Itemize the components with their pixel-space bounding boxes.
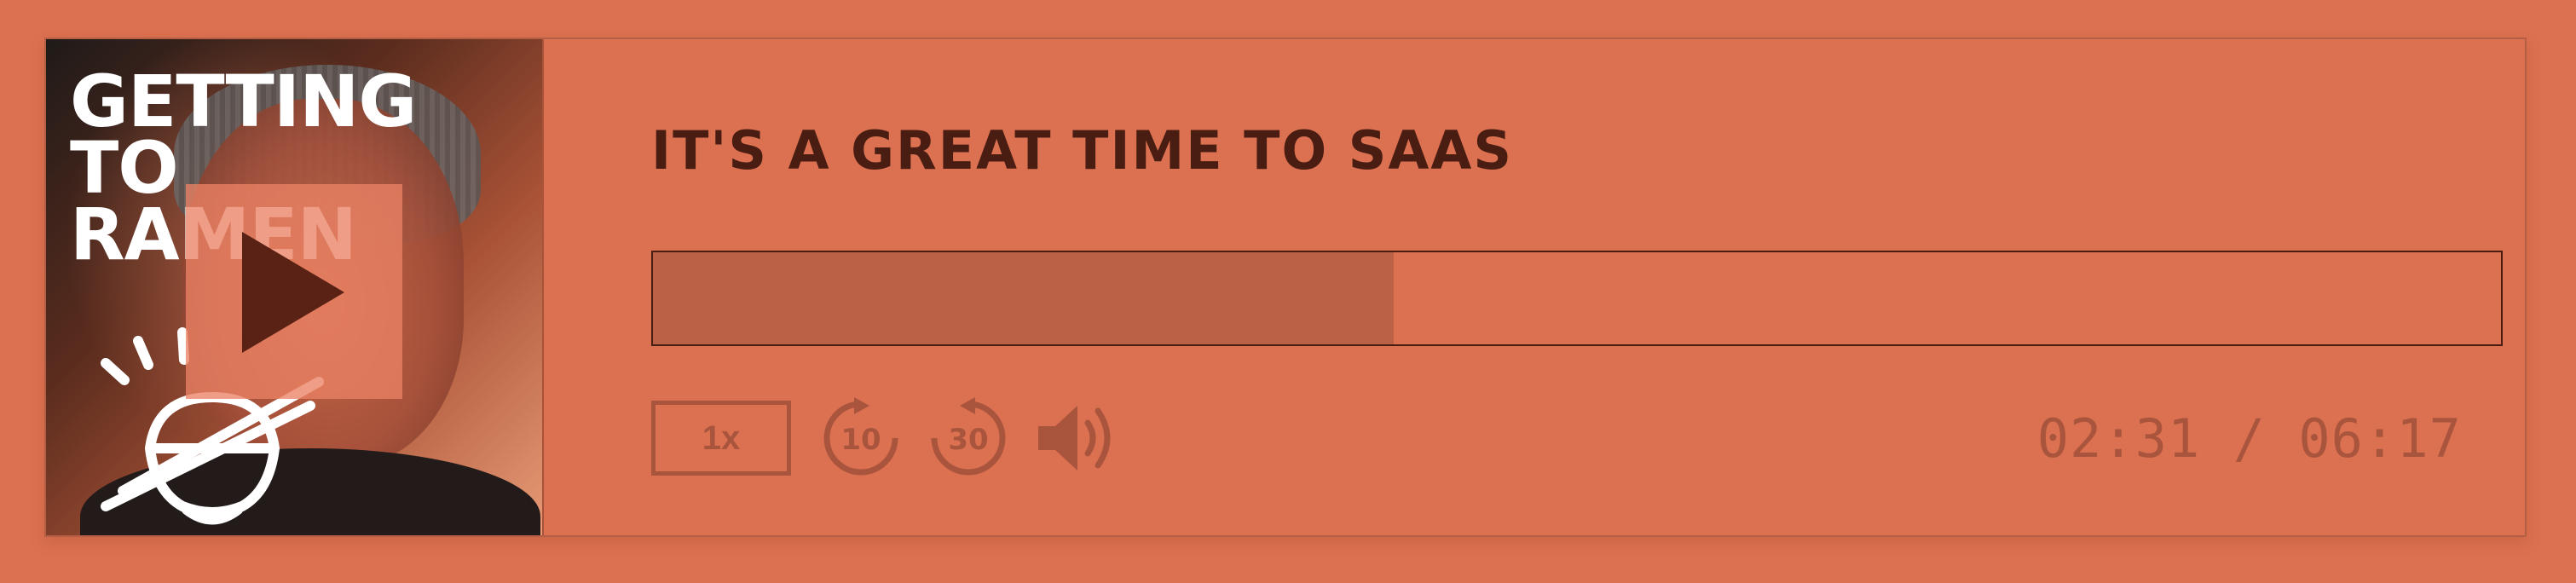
volume-button[interactable] <box>1035 397 1117 479</box>
rewind-10-icon: 10 <box>823 397 898 476</box>
playback-controls: 1x 10 30 <box>651 397 1142 479</box>
playback-speed-button[interactable]: 1x <box>651 401 791 476</box>
forward-30-icon: 30 <box>931 397 1006 476</box>
progress-fill <box>653 252 1395 344</box>
show-name-line-1: GETTING <box>70 60 417 143</box>
forward-30-button[interactable]: 30 <box>927 397 1009 479</box>
rewind-label: 10 <box>840 423 881 457</box>
episode-info: IT'S A GREAT TIME TO SAAS 1x 10 30 02:31… <box>609 39 2525 535</box>
forward-label: 30 <box>948 423 988 457</box>
podcast-player: GETTING TO RAMEN IT'S A GREAT TIME TO SA… <box>44 38 2527 537</box>
volume-icon <box>1038 406 1111 470</box>
episode-title: IT'S A GREAT TIME TO SAAS <box>651 119 1514 182</box>
play-button[interactable] <box>186 184 402 399</box>
progress-bar[interactable] <box>651 251 2503 346</box>
cover-art: GETTING TO RAMEN <box>46 39 544 535</box>
play-icon <box>242 232 344 353</box>
time-display: 02:31 / 06:17 <box>2036 407 2462 470</box>
rewind-10-button[interactable]: 10 <box>820 397 902 479</box>
